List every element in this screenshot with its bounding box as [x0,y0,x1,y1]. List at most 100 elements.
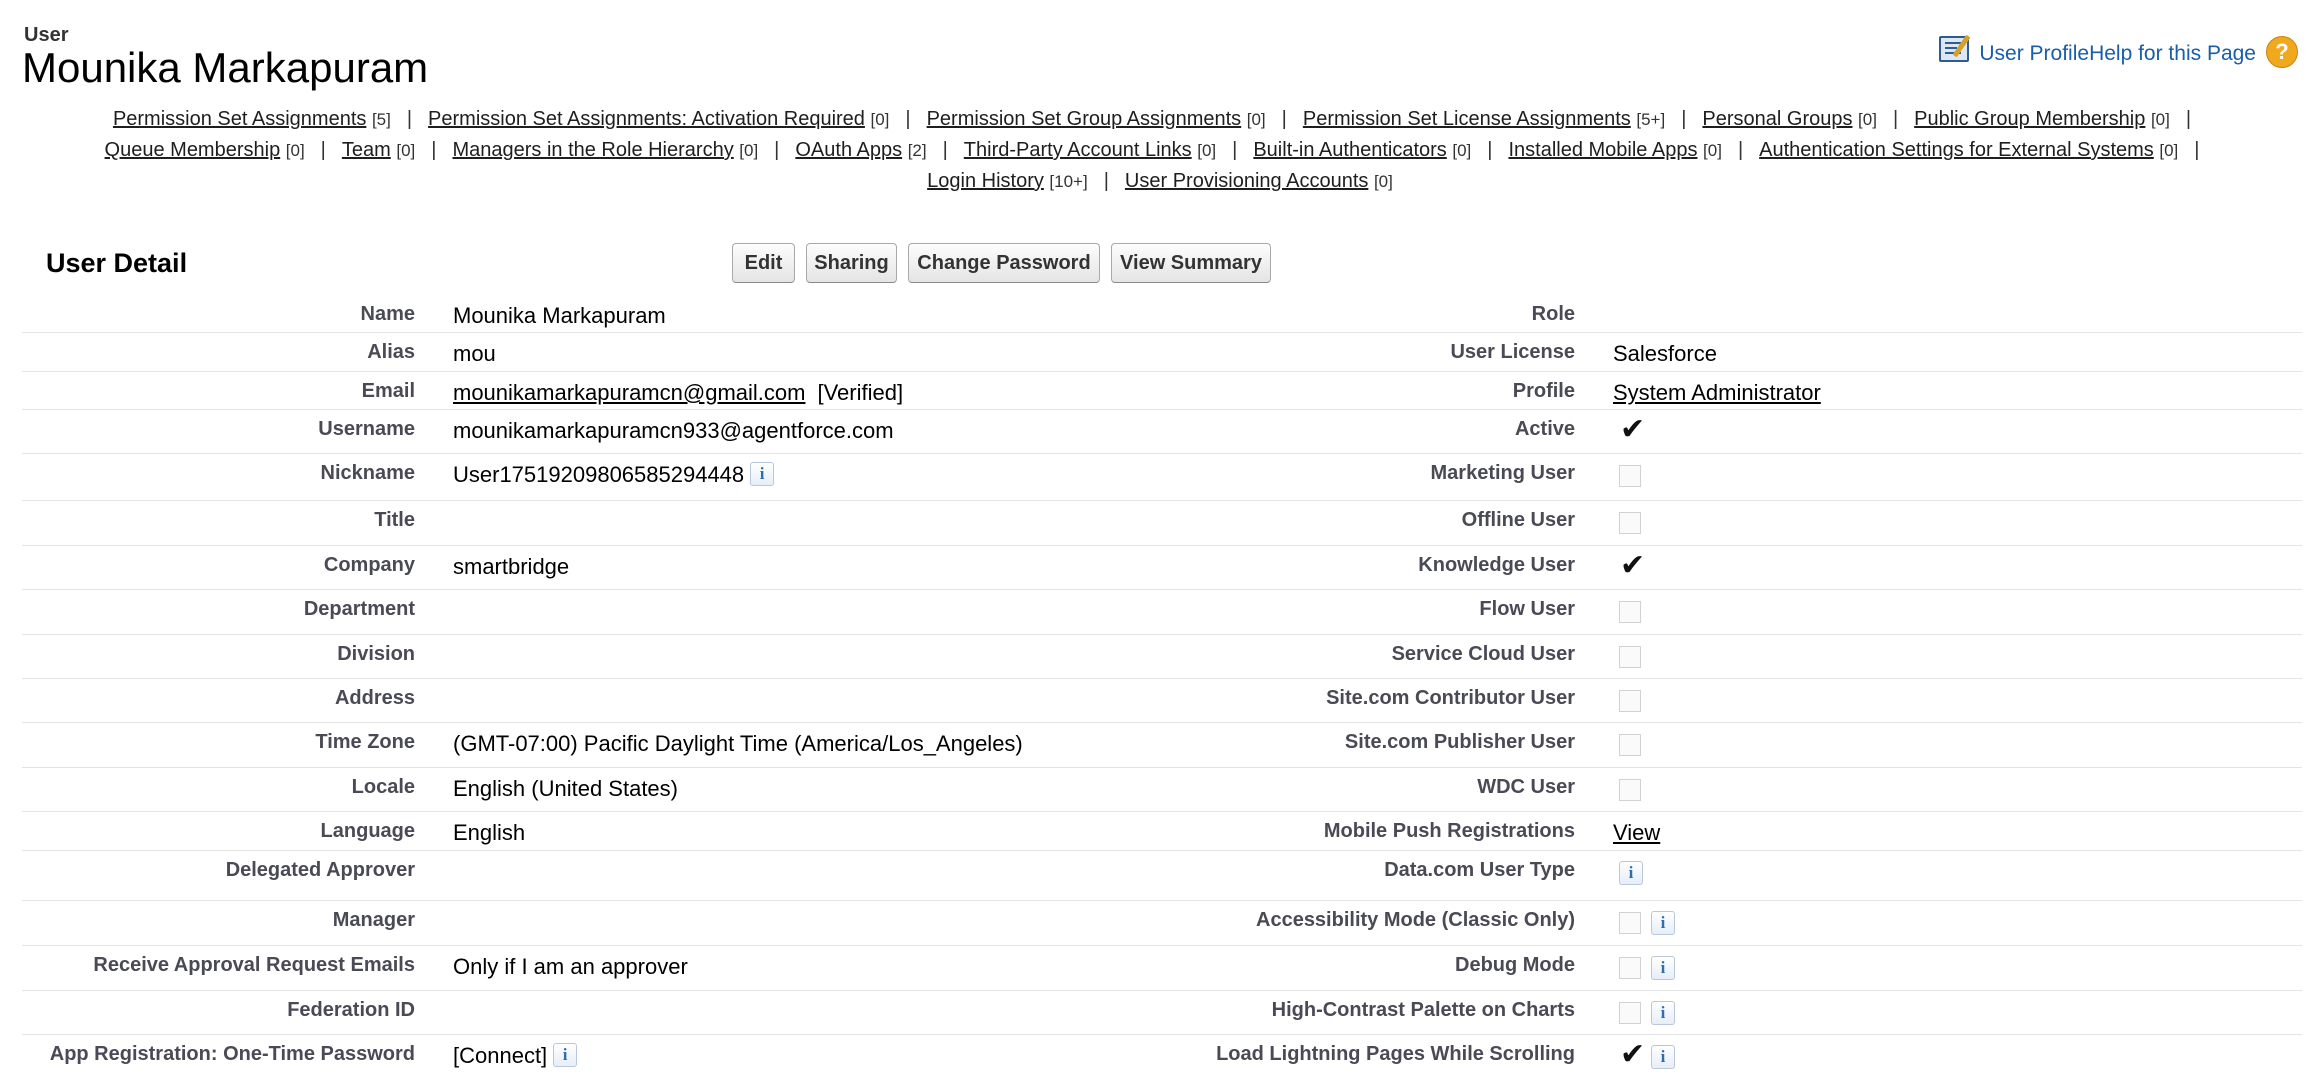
link-separator: | [2194,139,2200,161]
field-label: Alias [367,341,415,363]
related-link-count: [0] [870,110,890,129]
section-title: User Detail [46,248,188,278]
field-label: Language [320,820,415,842]
related-link-count: [0] [739,141,759,160]
help-for-page-link[interactable]: Help for this Page [2089,42,2256,66]
checkmark-icon: ✔ [1620,549,1646,582]
related-link[interactable]: Installed Mobile Apps [1508,139,1697,161]
related-link[interactable]: User Provisioning Accounts [1125,170,1368,192]
field-value-text: Salesforce [1613,341,1717,366]
field-label: Knowledge User [1418,554,1575,576]
field-value-text: English [453,820,526,845]
field-value-text: Mounika Markapuram [453,303,666,328]
related-link[interactable]: Permission Set Assignments [113,108,366,130]
field-value: smartbridge [415,546,1171,589]
field-label: Profile [1512,380,1575,402]
field-value: ✔ [1575,410,1646,453]
detail-row-name: Name Mounika Markapuram Role [22,295,2302,333]
detail-row-company: Company smartbridge Knowledge User ✔ [22,546,2302,590]
related-link-count: [0] [1246,110,1266,129]
field-value: i [1575,901,1675,945]
detail-row-receive-approval-request-emails: Receive Approval Request Emails Only if I… [22,946,2302,991]
field-label: Active [1514,418,1575,440]
detail-row-title: Title Offline User [22,501,2302,546]
detail-row-language: Language English Mobile Push Registrations… [22,812,2302,851]
field-label: Load Lightning Pages While Scrolling [1216,1043,1575,1065]
related-link[interactable]: Public Group Membership [1914,108,2145,130]
field-value: System Administrator [1575,372,1821,409]
info-icon[interactable]: i [1651,956,1675,980]
related-link-count: [5+] [1636,110,1666,129]
related-link[interactable]: Login History [927,170,1044,192]
checkmark-icon: ✔ [1620,1038,1646,1071]
related-link[interactable]: Queue Membership [105,139,281,161]
related-link[interactable]: Third-Party Account Links [964,139,1192,161]
field-label: User License [1450,341,1575,363]
field-label: Delegated Approver [225,859,415,881]
info-icon[interactable]: i [1619,861,1643,885]
field-value-text: [Connect] [453,1043,548,1068]
checkbox [1619,734,1641,756]
link-separator: | [1281,108,1287,130]
related-link[interactable]: Authentication Settings for External Sys… [1759,139,2154,161]
edit-button[interactable]: Edit [732,243,795,283]
link-separator: | [2185,108,2192,130]
related-link-count: [0] [1373,172,1393,191]
field-value [1575,454,1641,500]
sharing-button[interactable]: Sharing [806,243,897,283]
field-label: Receive Approval Request Emails [93,954,415,976]
change-password-button[interactable]: Change Password [908,243,1100,283]
related-link-count: [0] [396,141,416,160]
field-label: Data.com User Type [1384,859,1575,881]
related-link[interactable]: Permission Set Assignments: Activation R… [428,108,865,130]
related-link[interactable]: Permission Set Group Assignments [927,108,1242,130]
field-value: [Connect] i [415,1035,1171,1079]
related-link[interactable]: Personal Groups [1702,108,1852,130]
field-value [415,991,1171,1034]
user-profile-link[interactable]: User Profile [1979,42,2089,66]
detail-row-address: Address Site.com Contributor User [22,679,2302,723]
detail-row-time-zone: Time Zone (GMT-07:00) Pacific Daylight Ti… [22,723,2302,768]
related-link[interactable]: Permission Set License Assignments [1303,108,1631,130]
mobile-push-registrations-link[interactable]: View [1613,820,1660,846]
field-value [1575,723,1641,767]
checkmark-icon: ✔ [1620,413,1646,446]
profile-link[interactable]: System Administrator [1613,380,1821,406]
related-link[interactable]: Managers in the Role Hierarchy [452,139,733,161]
checkbox [1619,465,1641,487]
field-value: mounikamarkapuramcn933@agentforce.com [415,410,1171,453]
help-icon[interactable]: ? [2266,36,2298,68]
view-summary-button[interactable]: View Summary [1111,243,1271,283]
field-value: View [1575,812,1660,850]
field-label: Department [303,598,415,620]
email-link[interactable]: mounikamarkapuramcn@gmail.com [453,380,805,405]
related-link[interactable]: OAuth Apps [795,139,902,161]
field-label: Offline User [1461,509,1575,531]
field-value: English [415,812,1171,850]
related-link[interactable]: Team [342,139,391,161]
field-label: Site.com Contributor User [1326,687,1575,709]
related-link[interactable]: Built-in Authenticators [1253,139,1446,161]
field-value [1575,679,1641,722]
related-link-count: [5] [371,110,391,129]
field-value-text: English (United States) [453,776,678,801]
field-value: Salesforce [1575,333,1717,371]
help-area: User Profile Help for this Page ? [1937,30,2298,68]
field-value [415,901,1171,945]
field-label: Title [374,509,415,531]
info-icon[interactable]: i [1651,1045,1675,1069]
checkbox [1619,1002,1641,1024]
info-icon[interactable]: i [553,1043,578,1067]
field-value: User17519209806585294448 i [415,454,1171,500]
detail-row-email: Email mounikamarkapuramcn@gmail.com [Verif… [22,372,2302,410]
info-icon[interactable]: i [1651,911,1675,935]
info-icon[interactable]: i [1651,1001,1675,1025]
field-value [415,851,1171,900]
link-separator: | [320,139,326,161]
field-value [1575,768,1641,811]
user-profile-icon[interactable] [1937,32,1975,66]
field-label: Nickname [320,462,416,484]
link-separator: | [431,139,437,161]
field-label: App Registration: One-Time Password [49,1043,415,1065]
info-icon[interactable]: i [750,462,775,486]
